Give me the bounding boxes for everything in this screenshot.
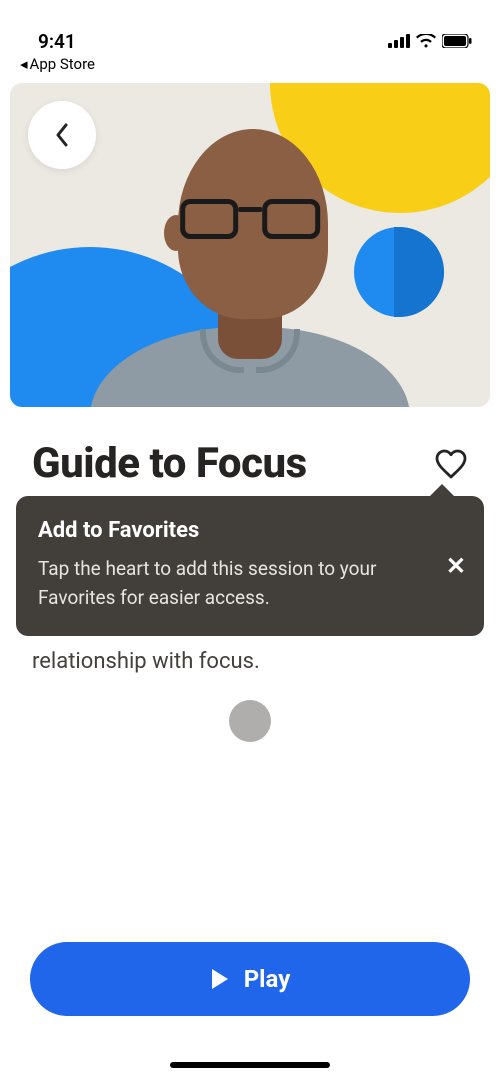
favorites-tooltip: Add to Favorites Tap the heart to add th… <box>16 496 484 636</box>
session-description-tail: relationship with focus. <box>0 646 500 678</box>
wifi-icon <box>416 30 436 53</box>
title-row: Guide to Focus <box>0 407 500 496</box>
status-bar: 9:41 <box>0 0 500 55</box>
close-icon: ✕ <box>446 552 466 580</box>
session-title: Guide to Focus <box>32 439 307 488</box>
status-indicators <box>388 30 472 53</box>
screen: 9:41 ◂ App Store <box>0 0 500 1080</box>
instructor-portrait <box>90 107 410 407</box>
hero-image <box>10 83 490 407</box>
favorite-button[interactable] <box>434 447 468 481</box>
tooltip-title: Add to Favorites <box>38 518 424 543</box>
triangle-left-icon: ◂ <box>20 55 28 73</box>
cellular-icon <box>388 30 410 53</box>
heart-icon <box>435 449 467 479</box>
tooltip-body: Tap the heart to add this session to you… <box>38 555 424 612</box>
page-indicator-dot <box>229 700 271 742</box>
play-label: Play <box>244 965 291 993</box>
back-to-app-link[interactable]: ◂ App Store <box>0 55 500 77</box>
home-indicator[interactable] <box>170 1062 330 1068</box>
chevron-left-icon <box>54 123 70 147</box>
back-button[interactable] <box>28 101 96 169</box>
play-button[interactable]: Play <box>30 942 470 1016</box>
battery-icon <box>442 30 472 53</box>
tooltip-close-button[interactable]: ✕ <box>446 552 466 580</box>
play-icon <box>210 968 230 990</box>
status-time: 9:41 <box>38 30 76 53</box>
back-app-label: App Store <box>30 55 95 73</box>
